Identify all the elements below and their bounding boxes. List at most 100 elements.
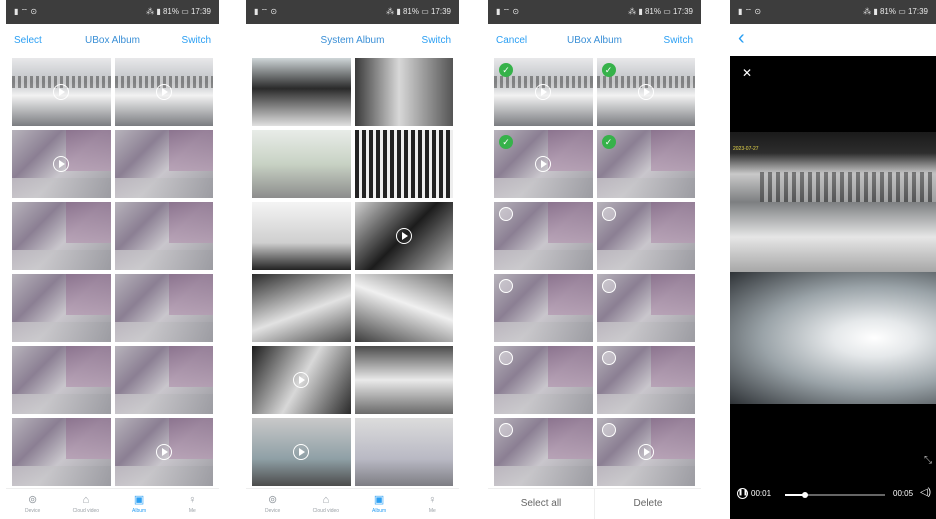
volume-icon[interactable]: ◁) <box>920 487 931 498</box>
screen-select-mode: ▮ ⌔ ⊙ ⁂ ▮ 81% ▭ 17:39 Cancel UBox Album … <box>488 0 701 519</box>
progress-knob[interactable] <box>802 492 808 498</box>
select-all-button[interactable]: Select all <box>488 489 594 519</box>
video-thumbnail[interactable] <box>12 346 111 414</box>
tab-me[interactable]: ♀ Me <box>406 489 459 519</box>
video-frame-top <box>730 132 936 272</box>
close-icon[interactable]: ✕ <box>742 66 752 80</box>
tab-cloud-video[interactable]: ⌂ Cloud video <box>59 489 112 519</box>
unchecked-icon[interactable] <box>499 423 513 437</box>
status-bar: ▮ ⌔ ⊙ ⁂ ▮ 81% ▭ 17:39 <box>488 0 701 24</box>
video-thumbnail[interactable] <box>596 274 695 342</box>
video-thumbnail[interactable] <box>114 274 213 342</box>
photo-thumbnail[interactable] <box>354 418 453 486</box>
video-thumbnail[interactable]: ✓ <box>596 58 695 126</box>
photo-thumbnail[interactable] <box>252 130 351 198</box>
bottom-tab-bar: ⊚ Device ⌂ Cloud video ▣ Album ♀ Me <box>246 488 459 519</box>
album-icon: ▣ <box>133 494 145 506</box>
photo-thumbnail[interactable] <box>354 130 453 198</box>
video-thumbnail[interactable] <box>596 418 695 486</box>
check-icon[interactable]: ✓ <box>601 135 616 149</box>
video-thumbnail[interactable]: ✓ <box>494 130 593 198</box>
person-icon: ♀ <box>188 494 197 506</box>
video-frame[interactable]: 2023-07-27 <box>730 132 936 404</box>
video-thumbnail[interactable] <box>12 274 111 342</box>
video-thumbnail[interactable] <box>114 130 213 198</box>
video-thumbnail[interactable]: ✓ <box>596 130 695 198</box>
unchecked-icon[interactable] <box>601 351 616 365</box>
play-icon <box>637 444 654 460</box>
video-thumbnail[interactable] <box>12 130 111 198</box>
status-bar: ▮ ⌔ ⊙ ⁂ ▮ 81% ▭ 17:39 <box>246 0 459 24</box>
photo-thumbnail[interactable] <box>252 274 351 342</box>
check-icon[interactable]: ✓ <box>499 135 513 149</box>
photo-thumbnail[interactable] <box>354 346 453 414</box>
video-thumbnail[interactable] <box>596 346 695 414</box>
video-thumbnail[interactable] <box>252 346 351 414</box>
screen-video-player: ▮ ⌔ ⊙ ⁂ ▮ 81% ▭ 17:39 ‹ ✕ 2023-07-27 ⤡ ❚… <box>730 0 936 519</box>
status-right: ⁂ ▮ 81% ▭ 17:39 <box>863 7 928 16</box>
camera-icon: ⊚ <box>28 494 38 506</box>
video-thumbnail[interactable] <box>494 274 593 342</box>
photo-thumbnail[interactable] <box>354 274 453 342</box>
unchecked-icon[interactable] <box>499 351 513 365</box>
status-left: ▮ ⌔ ⊙ <box>14 7 38 16</box>
play-icon <box>155 444 172 460</box>
video-thumbnail[interactable] <box>12 418 111 486</box>
switch-button[interactable]: Switch <box>182 35 211 46</box>
tab-album[interactable]: ▣ Album <box>113 489 166 519</box>
photo-thumbnail[interactable] <box>252 202 351 270</box>
video-thumbnail[interactable] <box>596 202 695 270</box>
video-thumbnail[interactable] <box>12 58 111 126</box>
selection-action-bar: Select all Delete <box>488 488 701 519</box>
play-icon <box>53 156 70 172</box>
unchecked-icon[interactable] <box>499 279 513 293</box>
video-thumbnail[interactable] <box>252 418 351 486</box>
fullscreen-icon[interactable]: ⤡ <box>924 455 932 466</box>
bottom-tab-bar: ⊚ Device ⌂ Cloud video ▣ Album ♀ Me <box>6 488 219 519</box>
video-thumbnail[interactable] <box>12 202 111 270</box>
play-icon <box>395 228 412 244</box>
video-thumbnail[interactable] <box>114 418 213 486</box>
status-bar: ▮ ⌔ ⊙ ⁂ ▮ 81% ▭ 17:39 <box>730 0 936 24</box>
nav-bar: System Album Switch <box>246 24 459 56</box>
video-thumbnail[interactable]: ✓ <box>494 58 593 126</box>
photo-thumbnail[interactable] <box>354 58 453 126</box>
playback-controls: ❚❚ 00:01 00:05 ◁) <box>730 486 936 502</box>
status-right: ⁂ ▮ 81% ▭ 17:39 <box>386 7 451 16</box>
photo-thumbnail[interactable] <box>252 58 351 126</box>
unchecked-icon[interactable] <box>601 207 616 221</box>
switch-button[interactable]: Switch <box>422 35 451 46</box>
pause-icon[interactable]: ❚❚ <box>737 488 748 499</box>
cloud-icon: ⌂ <box>322 494 330 506</box>
back-icon[interactable]: ‹ <box>738 27 745 50</box>
photo-grid <box>252 58 453 486</box>
video-thumbnail[interactable] <box>494 202 593 270</box>
video-thumbnail[interactable] <box>494 418 593 486</box>
tab-album[interactable]: ▣ Album <box>353 489 406 519</box>
album-icon: ▣ <box>373 494 385 506</box>
video-thumbnail[interactable] <box>494 346 593 414</box>
tab-device[interactable]: ⊚ Device <box>246 489 299 519</box>
delete-button[interactable]: Delete <box>594 489 701 519</box>
nav-bar: ‹ <box>730 24 936 56</box>
tab-device[interactable]: ⊚ Device <box>6 489 59 519</box>
screen-ubox-album: ▮ ⌔ ⊙ ⁂ ▮ 81% ▭ 17:39 Select UBox Album … <box>6 0 219 519</box>
video-thumbnail[interactable] <box>114 58 213 126</box>
video-thumbnail[interactable] <box>114 346 213 414</box>
status-left: ▮ ⌔ ⊙ <box>738 7 762 16</box>
progress-slider[interactable] <box>785 492 885 498</box>
unchecked-icon[interactable] <box>601 423 616 437</box>
nav-bar: Select UBox Album Switch <box>6 24 219 56</box>
tab-me[interactable]: ♀ Me <box>166 489 219 519</box>
check-icon[interactable]: ✓ <box>499 63 513 77</box>
tab-cloud-video[interactable]: ⌂ Cloud video <box>299 489 352 519</box>
video-thumbnail[interactable] <box>354 202 453 270</box>
status-bar: ▮ ⌔ ⊙ ⁂ ▮ 81% ▭ 17:39 <box>6 0 219 24</box>
status-left: ▮ ⌔ ⊙ <box>496 7 520 16</box>
play-icon <box>637 84 654 100</box>
unchecked-icon[interactable] <box>601 279 616 293</box>
check-icon[interactable]: ✓ <box>601 63 616 77</box>
video-thumbnail[interactable] <box>114 202 213 270</box>
unchecked-icon[interactable] <box>499 207 513 221</box>
switch-button[interactable]: Switch <box>664 35 693 46</box>
